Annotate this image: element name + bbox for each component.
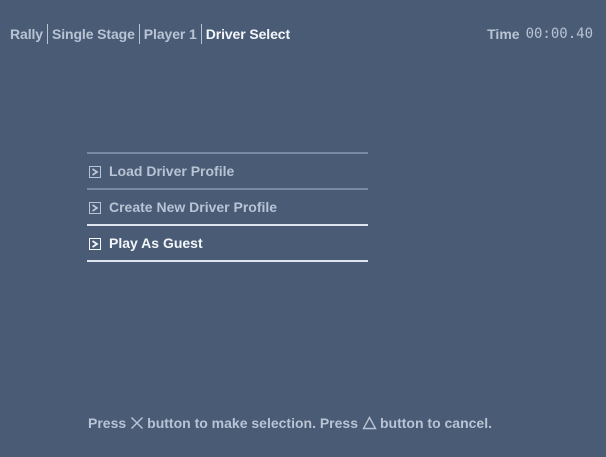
menu-item-label: Play As Guest	[109, 235, 203, 251]
breadcrumb-item-rally: Rally	[10, 26, 43, 42]
driver-select-menu: Load Driver Profile Create New Driver Pr…	[87, 152, 368, 262]
menu-item-create-new-driver-profile[interactable]: Create New Driver Profile	[87, 190, 368, 224]
breadcrumb: Rally Single Stage Player 1 Driver Selec…	[10, 24, 290, 44]
controls-hint: Press button to make selection. Press bu…	[88, 413, 492, 433]
arrow-right-icon	[89, 238, 101, 250]
timer: Time 00:00.40	[487, 24, 593, 44]
breadcrumb-separator	[200, 24, 202, 44]
triangle-button-icon	[362, 416, 377, 430]
hint-text-press: Press	[88, 415, 127, 431]
arrow-right-icon	[89, 202, 101, 214]
breadcrumb-item-driver-select: Driver Select	[205, 26, 291, 42]
hint-text-select: button to make selection. Press	[147, 415, 358, 431]
cross-button-icon	[130, 416, 144, 430]
menu-item-label: Load Driver Profile	[109, 163, 235, 179]
breadcrumb-item-player: Player 1	[143, 26, 197, 42]
breadcrumb-item-single-stage: Single Stage	[51, 26, 135, 42]
timer-value: 00:00.40	[525, 26, 593, 42]
timer-label: Time	[487, 26, 520, 42]
menu-item-load-driver-profile[interactable]: Load Driver Profile	[87, 154, 368, 188]
menu-item-play-as-guest[interactable]: Play As Guest	[87, 226, 368, 260]
menu-item-label: Create New Driver Profile	[109, 199, 278, 215]
breadcrumb-separator	[46, 24, 48, 44]
arrow-right-icon	[89, 166, 101, 178]
menu-selection-divider-bottom	[87, 260, 368, 262]
hint-text-cancel: button to cancel.	[380, 415, 492, 431]
breadcrumb-separator	[138, 24, 140, 44]
